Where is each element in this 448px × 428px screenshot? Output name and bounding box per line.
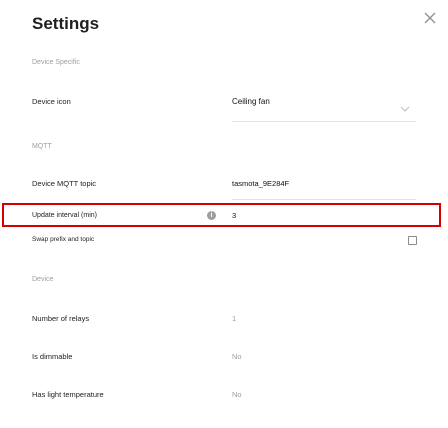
page-title: Settings [32, 14, 100, 33]
section-mqtt: MQTT [32, 143, 52, 150]
has-light-temperature-label: Has light temperature [32, 390, 104, 399]
mqtt-topic-input[interactable]: tasmota_9E284F [232, 179, 289, 188]
device-icon-select-value[interactable]: Ceiling fan [232, 97, 270, 106]
device-icon-label: Device icon [32, 97, 71, 106]
is-dimmable-value: No [232, 352, 242, 361]
number-of-relays-label: Number of relays [32, 314, 90, 323]
mqtt-topic-label: Device MQTT topic [32, 179, 97, 188]
update-interval-label: Update interval (min) [32, 212, 97, 219]
has-light-temperature-value: No [232, 390, 242, 399]
is-dimmable-label: Is dimmable [32, 352, 73, 361]
chevron-down-icon[interactable] [400, 106, 410, 112]
swap-prefix-checkbox[interactable] [408, 236, 417, 245]
swap-prefix-label: Swap prefix and topic [32, 236, 95, 243]
mqtt-topic-underline [232, 199, 416, 200]
number-of-relays-value: 1 [232, 314, 237, 323]
update-interval-input[interactable]: 3 [232, 211, 236, 220]
section-device: Device [32, 276, 54, 283]
info-icon[interactable]: i [207, 211, 216, 220]
close-icon[interactable] [422, 10, 438, 26]
device-icon-underline [232, 121, 416, 122]
section-device-specific: Device Specific [32, 59, 80, 66]
